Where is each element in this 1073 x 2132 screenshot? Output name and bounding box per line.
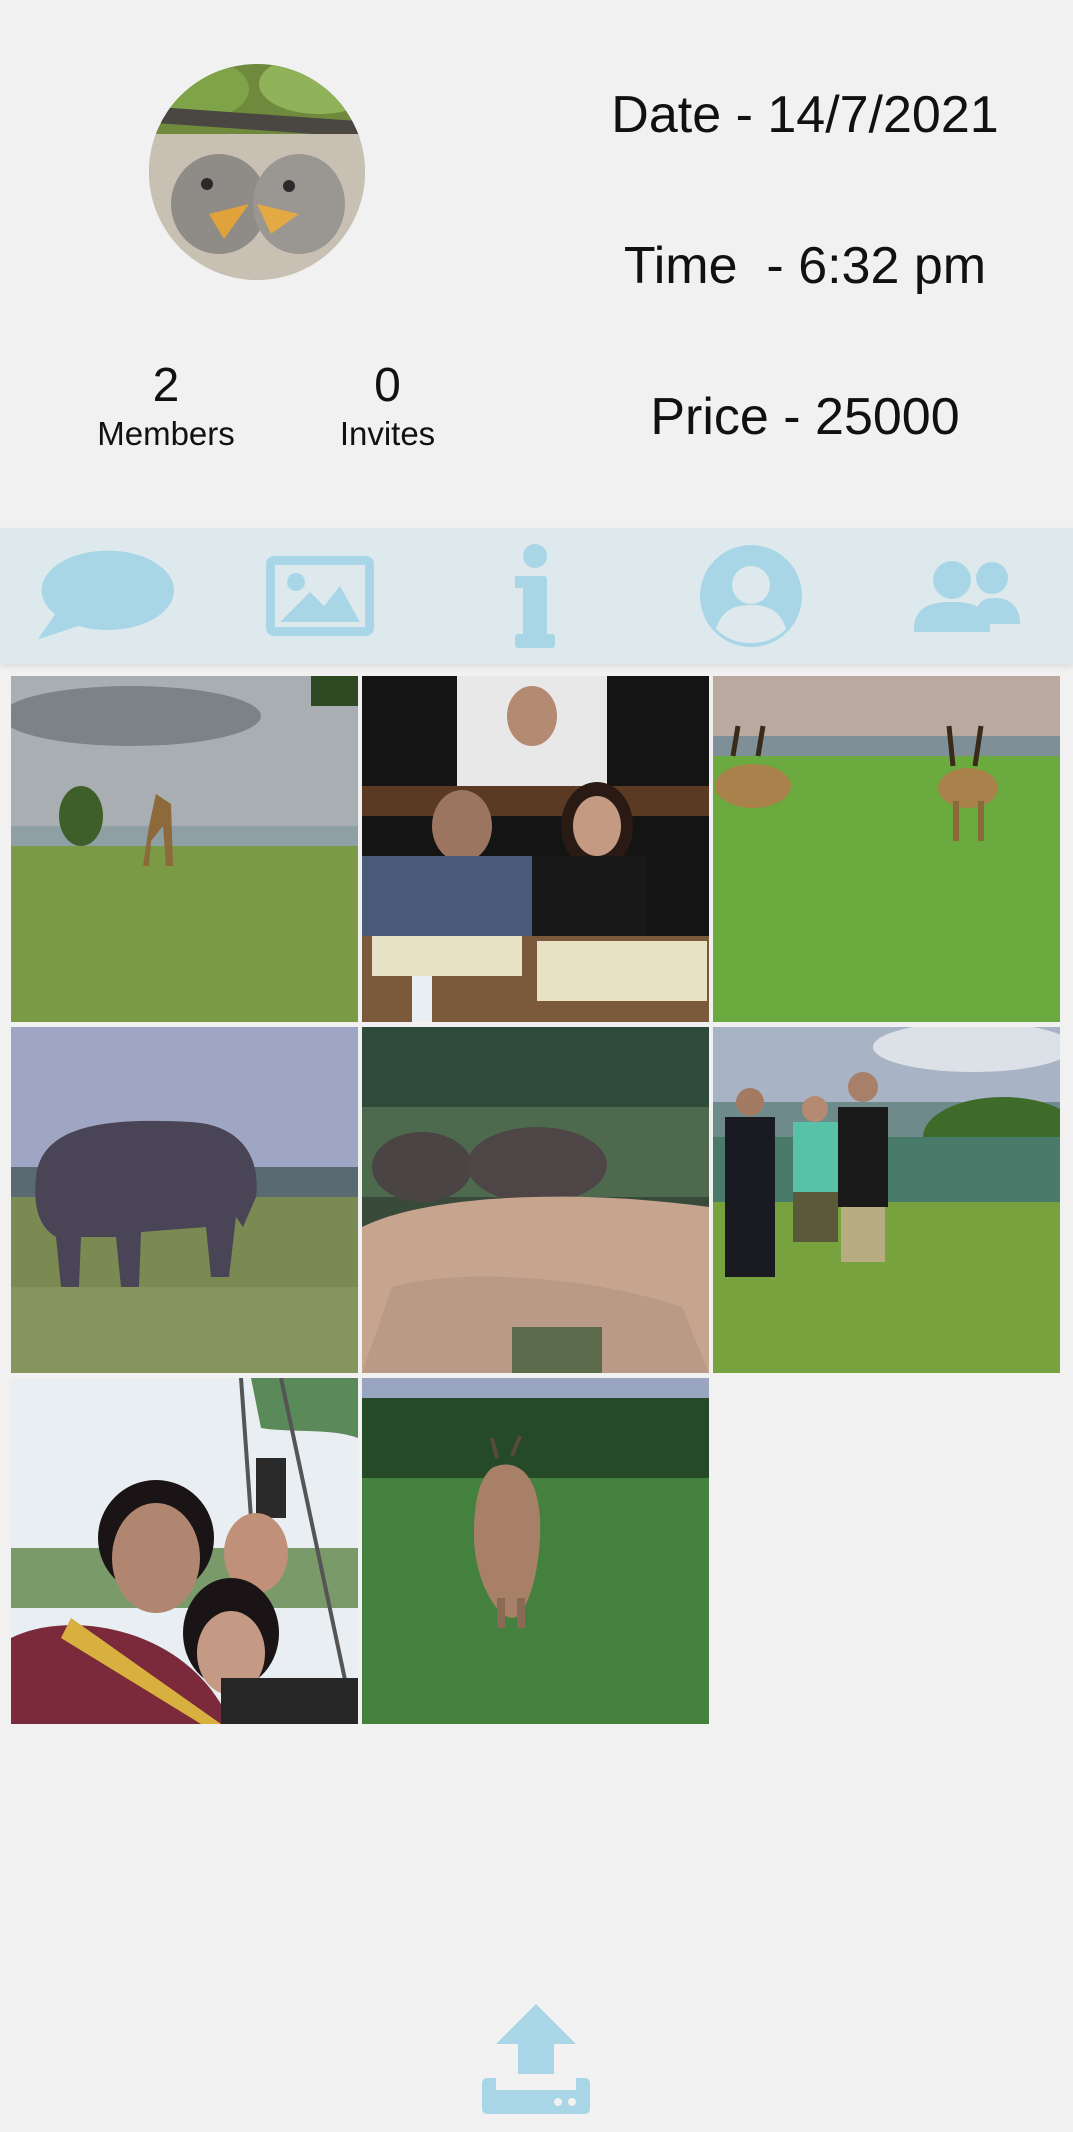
- price-text: Price - 25000: [650, 388, 960, 446]
- photo-thumbnail[interactable]: [362, 1378, 709, 1724]
- photo-thumbnail[interactable]: [11, 1378, 358, 1724]
- tab-profile[interactable]: [681, 528, 821, 664]
- time-text: Time - 6:32 pm: [623, 237, 987, 295]
- upload-button[interactable]: [482, 2004, 590, 2114]
- tab-chat[interactable]: [34, 528, 174, 664]
- photo-thumbnail[interactable]: [713, 1027, 1060, 1373]
- members-count: 2: [152, 359, 180, 412]
- tab-info[interactable]: [465, 528, 605, 664]
- group-header: 2 Members 0 Invites Date - 14/7/2021 Tim…: [0, 0, 1073, 528]
- members-stat[interactable]: 2 Members: [76, 358, 256, 454]
- photo-thumbnail[interactable]: [11, 1027, 358, 1373]
- invites-label: Invites: [339, 415, 436, 452]
- group-icon: [914, 561, 1020, 632]
- photo-thumbnail[interactable]: [11, 676, 358, 1022]
- invites-count: 0: [374, 359, 401, 412]
- upload-icon: [482, 2004, 590, 2114]
- info-icon: [515, 544, 555, 648]
- members-label: Members: [97, 415, 235, 452]
- tab-members[interactable]: [897, 528, 1037, 664]
- tab-photos[interactable]: [250, 528, 390, 664]
- photo-thumbnail[interactable]: [713, 676, 1060, 1022]
- invites-stat[interactable]: 0 Invites: [300, 358, 475, 454]
- image-icon: [266, 556, 374, 636]
- photo-thumbnail[interactable]: [362, 676, 709, 1022]
- group-avatar[interactable]: [149, 64, 365, 280]
- photo-thumbnail[interactable]: [362, 1027, 709, 1373]
- chat-bubble-icon: [37, 550, 174, 640]
- tab-bar: [0, 528, 1073, 664]
- person-circle-icon: [700, 545, 802, 647]
- date-text: Date - 14/7/2021: [611, 86, 999, 144]
